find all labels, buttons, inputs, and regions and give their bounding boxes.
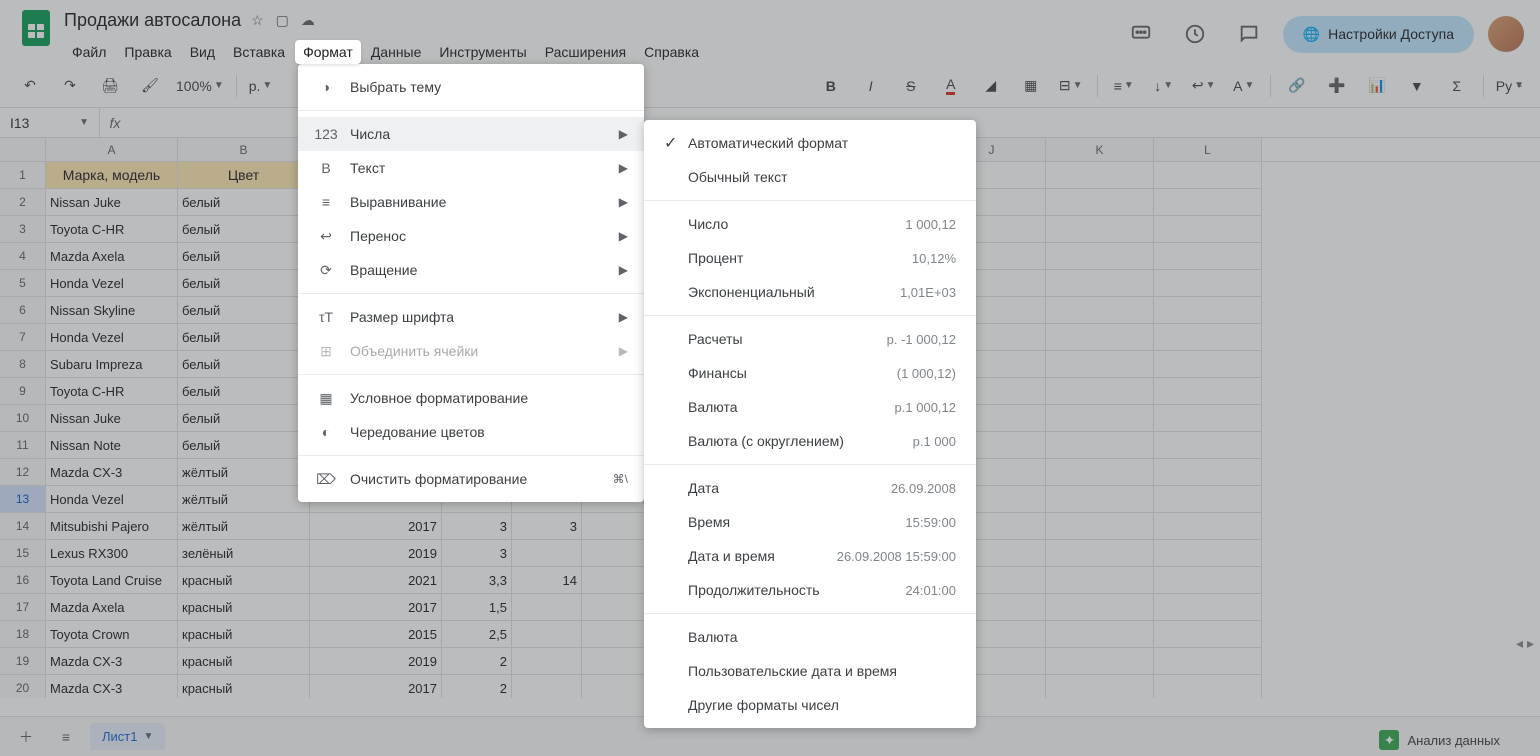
menu-item[interactable]: ◐Чередование цветов: [298, 415, 644, 449]
menu-theme[interactable]: ◑ Выбрать тему: [298, 70, 644, 104]
menu-item[interactable]: ↩Перенос▶: [298, 219, 644, 253]
number-format-submenu: ✓ Автоматический формат Обычный текст Чи…: [644, 120, 976, 728]
menu-item: ⊞Объединить ячейки▶: [298, 334, 644, 368]
chevron-right-icon: ▶: [619, 127, 628, 141]
number-format-option[interactable]: Дата и время26.09.2008 15:59:00: [644, 539, 976, 573]
chevron-right-icon: ▶: [619, 344, 628, 358]
number-format-option[interactable]: Другие форматы чисел: [644, 688, 976, 722]
theme-icon: ◑: [314, 79, 338, 95]
number-format-option[interactable]: Финансы(1 000,12): [644, 356, 976, 390]
number-format-option[interactable]: Продолжительность24:01:00: [644, 573, 976, 607]
menu-clear-formatting[interactable]: ⌦ Очистить форматирование ⌘\: [298, 462, 644, 496]
menu-item[interactable]: ≡Выравнивание▶: [298, 185, 644, 219]
chevron-right-icon: ▶: [619, 161, 628, 175]
check-icon: ✓: [664, 133, 688, 153]
number-format-option[interactable]: Расчетыр. -1 000,12: [644, 322, 976, 356]
menu-item[interactable]: ⟳Вращение▶: [298, 253, 644, 287]
format-menu-dropdown: ◑ Выбрать тему 123Числа▶BТекст▶≡Выравнив…: [298, 64, 644, 502]
chevron-right-icon: ▶: [619, 310, 628, 324]
number-format-option[interactable]: Дата26.09.2008: [644, 471, 976, 505]
chevron-right-icon: ▶: [619, 195, 628, 209]
number-format-option[interactable]: Валюта: [644, 620, 976, 654]
chevron-right-icon: ▶: [619, 263, 628, 277]
number-format-option[interactable]: Число1 000,12: [644, 207, 976, 241]
number-format-option[interactable]: Экспоненциальный1,01E+03: [644, 275, 976, 309]
menu-item[interactable]: ▦Условное форматирование: [298, 381, 644, 415]
menu-item[interactable]: BТекст▶: [298, 151, 644, 185]
chevron-right-icon: ▶: [619, 229, 628, 243]
number-format-option[interactable]: Процент10,12%: [644, 241, 976, 275]
submenu-auto[interactable]: ✓ Автоматический формат: [644, 126, 976, 160]
number-format-option[interactable]: Валюта (с округлением)р.1 000: [644, 424, 976, 458]
menu-item[interactable]: τTРазмер шрифта▶: [298, 300, 644, 334]
number-format-option[interactable]: Валютар.1 000,12: [644, 390, 976, 424]
clear-format-icon: ⌦: [314, 471, 338, 488]
number-format-option[interactable]: Пользовательские дата и время: [644, 654, 976, 688]
menu-формат[interactable]: Формат: [295, 40, 361, 64]
submenu-plain-text[interactable]: Обычный текст: [644, 160, 976, 194]
menu-item[interactable]: 123Числа▶: [298, 117, 644, 151]
number-format-option[interactable]: Время15:59:00: [644, 505, 976, 539]
